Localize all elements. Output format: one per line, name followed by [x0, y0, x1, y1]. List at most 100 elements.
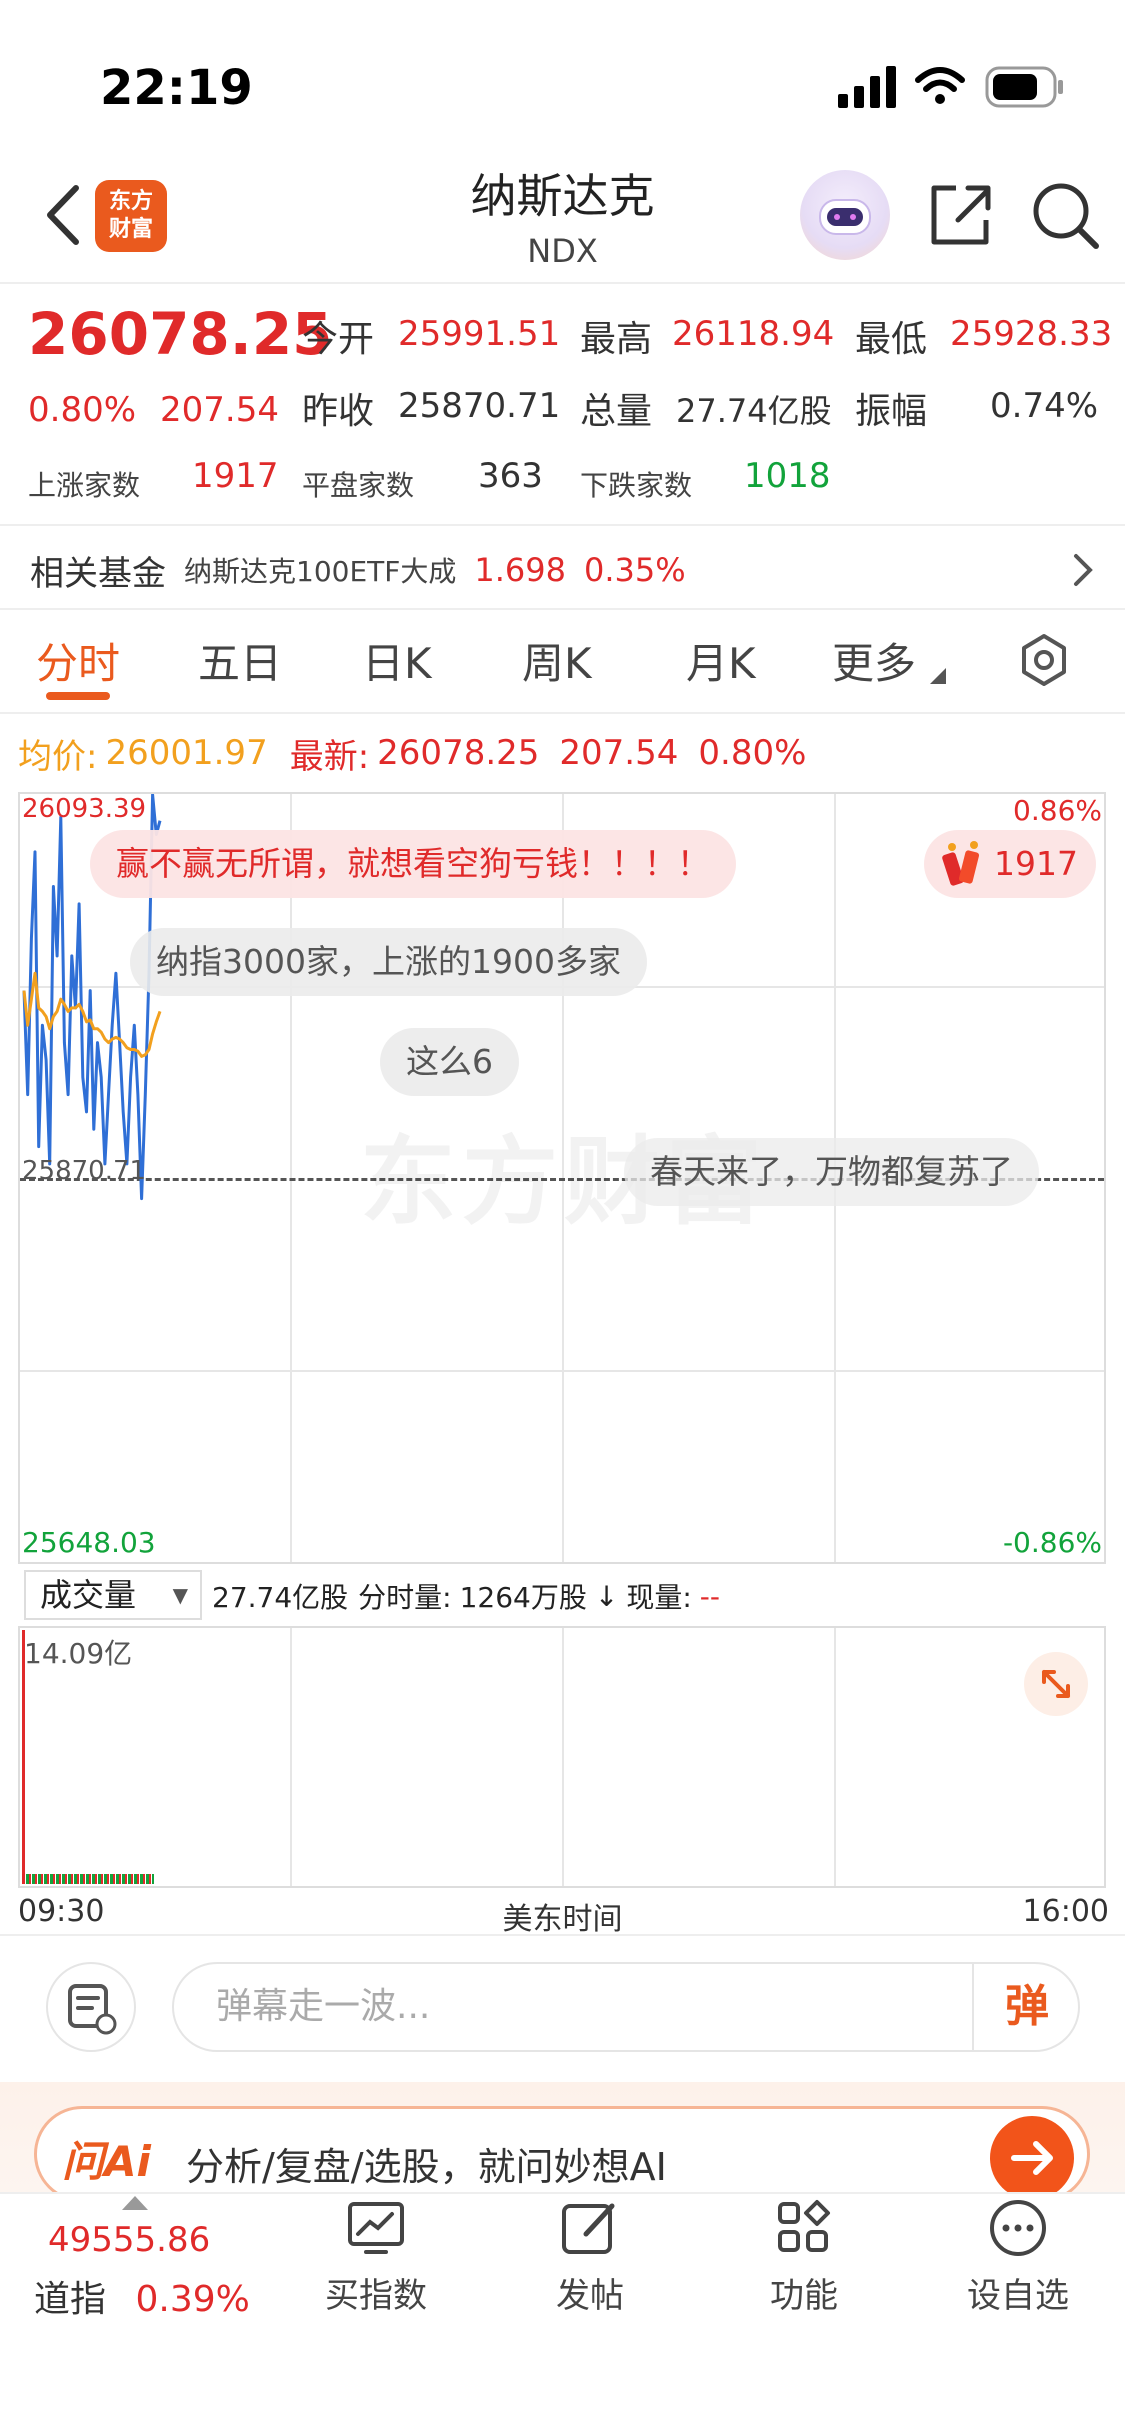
tab-daily-k[interactable]: 日K — [362, 630, 432, 691]
avg-price-label: 均价: — [18, 736, 98, 777]
quote-divider — [0, 524, 1125, 526]
high-label: 最高 — [580, 319, 653, 360]
ai-go-button[interactable] — [990, 2116, 1074, 2200]
arrow-right-icon — [1011, 2141, 1053, 2175]
down-count-label: 下跌家数 — [580, 469, 693, 502]
volume-chart[interactable]: 14.09亿 — [18, 1626, 1106, 1888]
low-value: 25928.33 — [950, 314, 1113, 354]
indicator-select[interactable]: 成交量 ▼ — [24, 1570, 202, 1620]
high-value: 26118.94 — [672, 314, 835, 354]
axis-divider — [0, 1934, 1125, 1936]
danmaku-settings-icon — [68, 1984, 117, 2035]
change-amount: 207.54 — [160, 390, 279, 430]
flat-count-value: 363 — [478, 456, 543, 496]
tab-weekly-k[interactable]: 周K — [522, 630, 592, 691]
nav-buy-index[interactable]: 买指数 — [286, 2198, 466, 2317]
current-volume-value: -- — [699, 1579, 720, 1613]
low-label: 最低 — [855, 319, 928, 360]
volume-summary: 27.74亿股 分时量: 1264万股 ↓ 现量: -- — [212, 1574, 720, 1618]
volume-total: 27.74亿股 — [212, 1581, 349, 1614]
danmaku-input[interactable]: 弹幕走一波... — [172, 1962, 1080, 2052]
open-label: 今开 — [302, 319, 375, 360]
index-name: 道指 — [34, 2279, 107, 2320]
expand-icon — [1042, 1670, 1070, 1698]
ai-logo: 问Ai — [62, 2137, 151, 2186]
nav-functions[interactable]: 功能 — [714, 2198, 894, 2317]
status-time: 22:19 — [100, 60, 253, 116]
chart-gridline — [290, 1628, 292, 1886]
related-fund-name: 纳斯达克100ETF大成 — [184, 555, 457, 588]
up-count-badge[interactable]: 1917 — [924, 830, 1096, 898]
intraday-chart[interactable]: 东方财富 26093.39 0.86% 25870.71 25648.03 -0… — [18, 792, 1106, 1564]
intraday-summary: 均价: 26001.97 最新: 26078.25 207.54 0.80% — [18, 728, 806, 778]
signal-icon — [838, 66, 896, 108]
current-volume-label: 现量: — [626, 1581, 692, 1614]
volume-max-label: 14.09亿 — [24, 1637, 133, 1670]
more-dots-icon — [990, 2200, 1046, 2256]
latest-value: 26078.25 — [377, 733, 540, 773]
robot-assistant-avatar[interactable] — [800, 170, 890, 260]
caret-up-icon — [122, 2196, 148, 2210]
danmaku-comment[interactable]: 纳指3000家，上涨的1900多家 — [130, 928, 647, 996]
tabs-divider — [0, 712, 1125, 714]
up-count-value: 1917 — [192, 456, 279, 496]
interval-volume-label: 分时量: — [358, 1581, 452, 1614]
prev-close-value: 25870.71 — [398, 386, 561, 426]
index-change: 0.39% — [135, 2279, 250, 2320]
change-percent: 0.80% — [28, 390, 137, 430]
interval-volume-value: 1264万股 — [459, 1581, 587, 1614]
danmaku-send-button[interactable]: 弹 — [972, 1962, 1080, 2052]
latest-change-percent: 0.80% — [698, 733, 807, 773]
active-tab-indicator — [46, 692, 110, 700]
chart-gridline — [834, 1628, 836, 1886]
related-fund-label: 相关基金 — [30, 553, 166, 594]
chevron-right-icon[interactable] — [1072, 552, 1094, 588]
settings-gear-icon[interactable] — [1016, 632, 1072, 688]
flat-count-label: 平盘家数 — [302, 469, 415, 502]
nav-label: 功能 — [770, 2276, 838, 2316]
battery-icon — [985, 66, 1063, 108]
danmaku-settings-button[interactable] — [46, 1962, 136, 2052]
index-value: 49555.86 — [48, 2220, 211, 2260]
tab-intraday[interactable]: 分时 — [36, 630, 120, 691]
tab-five-day[interactable]: 五日 — [198, 630, 282, 691]
search-icon[interactable] — [1030, 180, 1100, 250]
danmaku-comment[interactable]: 这么6 — [380, 1028, 519, 1096]
up-count-label: 上涨家数 — [28, 469, 141, 502]
related-fund-change: 0.35% — [583, 551, 686, 589]
nav-label: 设自选 — [967, 2276, 1069, 2316]
down-count-value: 1018 — [744, 456, 831, 496]
indicator-select-label: 成交量 — [40, 1576, 137, 1614]
index-ticker[interactable]: 49555.86 道指 0.39% — [34, 2196, 254, 2322]
nav-add-watchlist[interactable]: 设自选 — [928, 2198, 1108, 2317]
amplitude-value: 0.74% — [990, 386, 1099, 426]
danmaku-comment[interactable]: 春天来了，万物都复苏了 — [624, 1138, 1039, 1206]
volume-value: 27.74亿股 — [676, 392, 832, 430]
latest-change-amount: 207.54 — [559, 733, 679, 773]
top-price-label: 26093.39 — [22, 794, 147, 824]
nav-label: 买指数 — [325, 2276, 427, 2316]
robot-icon — [819, 199, 871, 235]
bottom-price-label: 25648.03 — [22, 1526, 156, 1559]
axis-timezone-label: 美东时间 — [502, 1902, 623, 1937]
current-price: 26078.25 — [28, 300, 333, 368]
latest-label: 最新: — [289, 736, 370, 777]
down-arrow-icon: ↓ — [594, 1579, 619, 1613]
share-icon[interactable] — [928, 180, 994, 250]
firecracker-icon — [942, 841, 980, 886]
chart-gridline — [562, 1628, 564, 1886]
chart-trend-icon — [348, 2202, 404, 2254]
fund-divider — [0, 608, 1125, 610]
danmaku-comment[interactable]: 赢不赢无所谓，就想看空狗亏钱！！！！ — [90, 830, 736, 898]
tab-more[interactable]: 更多 — [832, 630, 916, 691]
prev-close-label: 昨收 — [302, 391, 375, 432]
nav-post[interactable]: 发帖 — [500, 2198, 680, 2317]
top-percent-label: 0.86% — [1013, 794, 1102, 827]
volume-label: 总量 — [580, 391, 653, 432]
amplitude-label: 振幅 — [855, 391, 928, 432]
up-count-badge-value: 1917 — [994, 844, 1078, 883]
expand-button[interactable] — [1024, 1652, 1088, 1716]
related-fund-row[interactable]: 相关基金 纳斯达克100ETF大成 1.698 0.35% — [30, 540, 1100, 600]
axis-end-time: 16:00 — [1022, 1894, 1109, 1929]
tab-monthly-k[interactable]: 月K — [686, 630, 756, 691]
